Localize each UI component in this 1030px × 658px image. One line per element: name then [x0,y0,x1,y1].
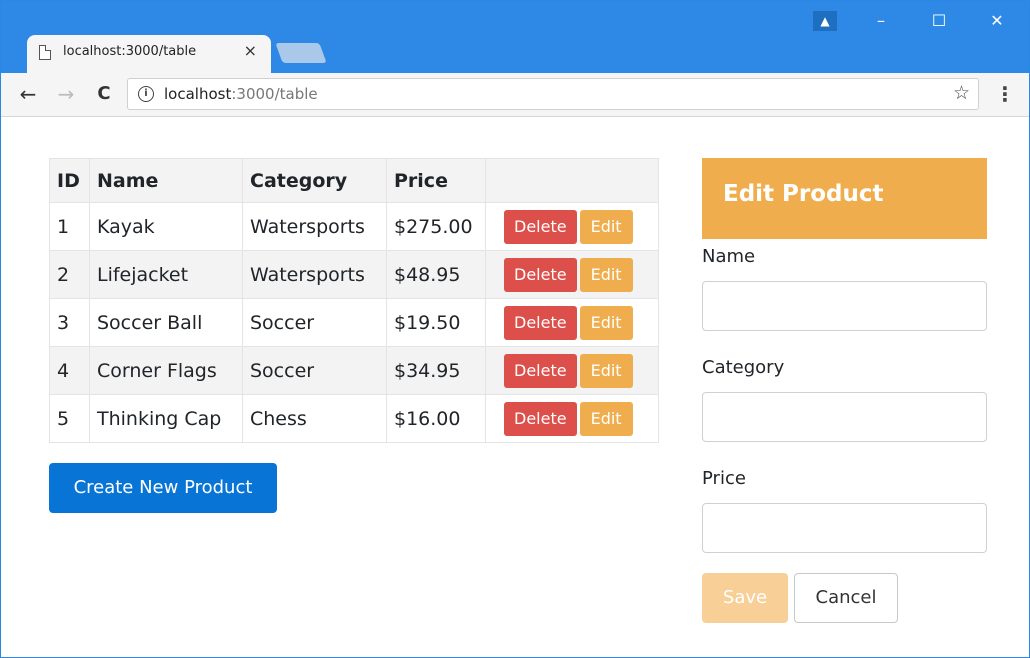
edit-button[interactable]: Edit [579,209,633,244]
cell-price: $275.00 [386,202,486,251]
edit-product-title: Edit Product [702,158,987,239]
table-row: 1 Kayak Watersports $275.00 Delete Edit [49,202,659,251]
page-content: ID Name Category Price 1 Kayak Waterspor… [1,118,1029,657]
column-header-id: ID [49,158,90,203]
cell-name: Soccer Ball [89,298,243,347]
price-field-group: Price [702,468,987,553]
cell-name: Thinking Cap [89,394,243,443]
bookmark-star-icon[interactable]: ☆ [953,82,970,104]
url-text: localhost:3000/table [164,85,318,103]
delete-button[interactable]: Delete [504,353,577,388]
delete-button[interactable]: Delete [504,401,577,436]
browser-window: localhost:3000/table × ▲ – ☐ ✕ ← → C i l… [0,0,1030,658]
forward-arrow-icon[interactable]: → [53,81,79,107]
cell-price: $16.00 [386,394,486,443]
category-input[interactable] [702,392,987,442]
category-field-group: Category [702,357,987,442]
cell-id: 1 [49,202,90,251]
back-arrow-icon[interactable]: ← [15,81,41,107]
category-label: Category [702,357,785,378]
table-row: 4 Corner Flags Soccer $34.95 Delete Edit [49,346,659,395]
title-bar: localhost:3000/table × ▲ – ☐ ✕ [1,1,1029,73]
save-button[interactable]: Save [702,573,788,623]
cell-category: Watersports [242,202,387,251]
table-row: 3 Soccer Ball Soccer $19.50 Delete Edit [49,298,659,347]
cell-actions: Delete Edit [485,346,659,395]
cell-category: Chess [242,394,387,443]
close-window-icon[interactable]: ✕ [977,9,1017,33]
products-table: ID Name Category Price 1 Kayak Waterspor… [49,158,659,443]
browser-menu-icon[interactable]: ⋮ [995,81,1015,107]
new-tab-button[interactable] [275,43,327,63]
address-bar[interactable]: i localhost:3000/table ☆ [127,78,979,110]
cell-name: Corner Flags [89,346,243,395]
price-label: Price [702,468,746,489]
cell-id: 4 [49,346,90,395]
url-host: localhost [164,85,232,103]
tab-title: localhost:3000/table [63,44,197,59]
column-header-name: Name [89,158,243,203]
cell-id: 3 [49,298,90,347]
user-profile-icon[interactable]: ▲ [813,11,837,31]
price-input[interactable] [702,503,987,553]
cancel-button[interactable]: Cancel [794,573,898,623]
cell-name: Kayak [89,202,243,251]
browser-toolbar: ← → C i localhost:3000/table ☆ ⋮ [1,73,1029,117]
column-header-actions [485,158,659,203]
cell-category: Soccer [242,346,387,395]
form-buttons: Save Cancel [702,573,987,623]
cell-price: $34.95 [386,346,486,395]
edit-button[interactable]: Edit [579,401,633,436]
delete-button[interactable]: Delete [504,257,577,292]
edit-button[interactable]: Edit [579,305,633,340]
delete-button[interactable]: Delete [504,209,577,244]
name-label: Name [702,246,756,267]
reload-icon[interactable]: C [91,81,117,107]
cell-category: Soccer [242,298,387,347]
cell-price: $48.95 [386,250,486,299]
create-new-product-button[interactable]: Create New Product [49,463,277,513]
url-path: :3000/table [231,85,318,103]
maximize-icon[interactable]: ☐ [919,9,959,33]
page-icon [39,45,51,60]
cell-price: $19.50 [386,298,486,347]
cell-id: 2 [49,250,90,299]
name-field-group: Name [702,246,987,331]
column-header-category: Category [242,158,387,203]
name-input[interactable] [702,281,987,331]
cell-actions: Delete Edit [485,250,659,299]
table-header-row: ID Name Category Price [49,158,659,203]
cell-actions: Delete Edit [485,298,659,347]
column-header-price: Price [386,158,486,203]
tab-close-icon[interactable]: × [244,41,257,60]
minimize-icon[interactable]: – [861,9,901,33]
cell-actions: Delete Edit [485,394,659,443]
edit-button[interactable]: Edit [579,353,633,388]
edit-product-panel: Edit Product Name Category Price Save Ca… [702,158,987,623]
site-info-icon[interactable]: i [138,86,154,102]
table-row: 2 Lifejacket Watersports $48.95 Delete Ed… [49,250,659,299]
cell-name: Lifejacket [89,250,243,299]
cell-category: Watersports [242,250,387,299]
edit-button[interactable]: Edit [579,257,633,292]
cell-actions: Delete Edit [485,202,659,251]
delete-button[interactable]: Delete [504,305,577,340]
cell-id: 5 [49,394,90,443]
table-row: 5 Thinking Cap Chess $16.00 Delete Edit [49,394,659,443]
browser-tab[interactable]: localhost:3000/table × [27,35,271,73]
